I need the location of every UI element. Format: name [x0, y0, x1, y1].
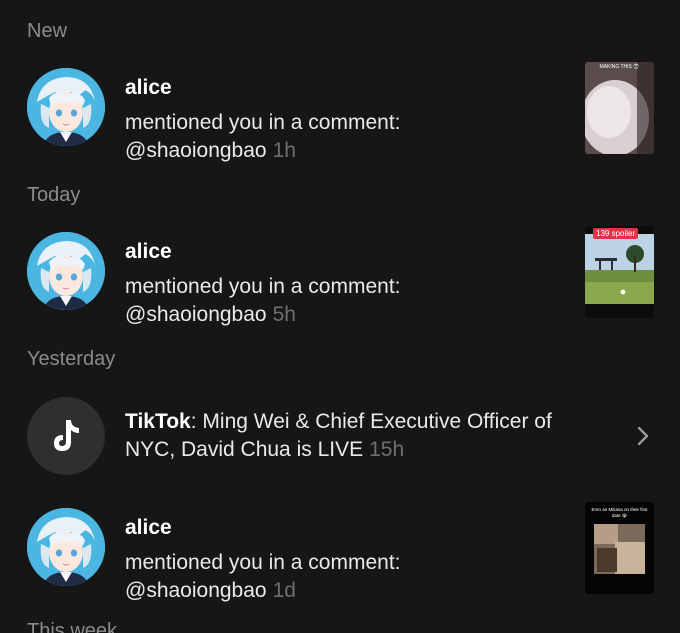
notification-meta: @shaoiongbao 1d	[125, 577, 296, 605]
notification-time: 5h	[272, 303, 296, 326]
notification-time: 1d	[272, 579, 296, 602]
notification-time: 1h	[272, 139, 296, 162]
notification-row[interactable]: TikTok: Ming Wei & Chief Executive Offic…	[0, 396, 680, 476]
notification-row[interactable]: alice mentioned you in a comment: @shaoi…	[0, 226, 680, 326]
section-header-new: New	[27, 20, 68, 42]
section-header-yesterday: Yesterday	[27, 348, 116, 370]
thumbnail-caption: Eren an Mikasa on their first date 😭	[591, 507, 648, 518]
notification-message: mentioned you in a comment:	[125, 551, 401, 574]
notification-row[interactable]: alice mentioned you in a comment: @shaoi…	[0, 62, 680, 162]
live-notification-text: TikTok: Ming Wei & Chief Executive Offic…	[125, 408, 595, 464]
mention-handle[interactable]: @shaoiongbao	[125, 139, 267, 162]
chevron-right-icon[interactable]	[636, 425, 650, 447]
avatar[interactable]	[27, 508, 105, 586]
notification-app-name[interactable]: TikTok	[125, 410, 191, 433]
notification-username[interactable]: alice	[125, 240, 172, 264]
video-thumbnail[interactable]: Eren an Mikasa on their first date 😭	[585, 502, 654, 594]
notifications-page: New alice mentioned you in a comment: @s…	[0, 0, 680, 633]
mention-handle[interactable]: @shaoiongbao	[125, 303, 267, 326]
notification-time: 15h	[369, 438, 405, 461]
thumbnail-badge: 139 spoiler	[593, 228, 639, 239]
notification-meta: @shaoiongbao 5h	[125, 301, 296, 329]
notification-username[interactable]: alice	[125, 516, 172, 540]
section-header-this-week: This week	[27, 620, 118, 633]
avatar[interactable]	[27, 232, 105, 310]
thumbnail-caption: MAKING THIS 👽	[599, 64, 640, 70]
notification-username[interactable]: alice	[125, 76, 172, 100]
video-thumbnail[interactable]: 139 spoiler	[585, 226, 654, 318]
avatar[interactable]	[27, 68, 105, 146]
notification-message: mentioned you in a comment:	[125, 111, 401, 134]
notification-message: mentioned you in a comment:	[125, 275, 401, 298]
mention-handle[interactable]: @shaoiongbao	[125, 579, 267, 602]
notification-row[interactable]: alice mentioned you in a comment: @shaoi…	[0, 502, 680, 602]
tiktok-logo-icon	[27, 397, 105, 475]
notification-meta: @shaoiongbao 1h	[125, 137, 296, 165]
video-thumbnail[interactable]: MAKING THIS 👽	[585, 62, 654, 154]
section-header-today: Today	[27, 184, 81, 206]
